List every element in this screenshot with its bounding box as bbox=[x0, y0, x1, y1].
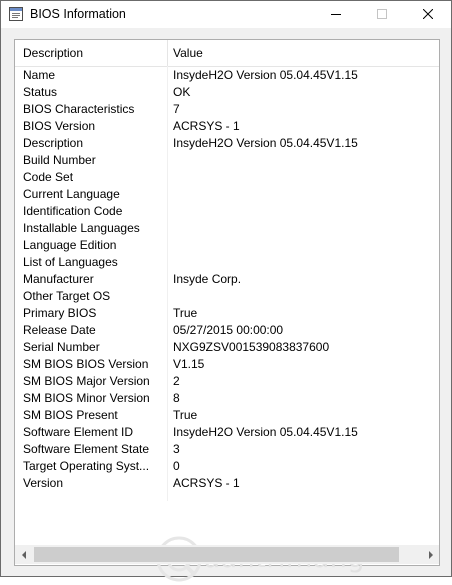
table-row[interactable]: Software Element State 3 bbox=[15, 441, 439, 458]
row-description: Code Set bbox=[23, 170, 74, 184]
horizontal-scrollbar[interactable] bbox=[15, 545, 439, 564]
table-row[interactable]: Other Target OS bbox=[15, 288, 439, 305]
list-rows: Name InsydeH2O Version 05.04.45V1.15 Statu… bbox=[15, 67, 439, 492]
row-value: Insyde Corp. bbox=[173, 272, 242, 286]
row-value: InsydeH2O Version 05.04.45V1.15 bbox=[173, 136, 358, 150]
column-header-description[interactable]: Description bbox=[15, 40, 168, 66]
row-description: BIOS Characteristics bbox=[23, 102, 135, 116]
row-value: 8 bbox=[173, 391, 180, 405]
row-description: Primary BIOS bbox=[23, 306, 97, 320]
window-icon bbox=[9, 7, 23, 21]
table-row[interactable]: Name InsydeH2O Version 05.04.45V1.15 bbox=[15, 67, 439, 84]
table-row[interactable]: List of Languages bbox=[15, 254, 439, 271]
row-value bbox=[173, 220, 433, 237]
row-description: Installable Languages bbox=[23, 221, 140, 235]
bios-list-view[interactable]: Description Value Name InsydeH2O Version … bbox=[14, 39, 440, 582]
row-value bbox=[173, 254, 433, 271]
minimize-button[interactable] bbox=[313, 1, 359, 28]
close-button[interactable] bbox=[405, 1, 451, 28]
row-description: Description bbox=[23, 136, 84, 150]
row-value bbox=[173, 152, 433, 169]
row-value: ACRSYS - 1 bbox=[173, 476, 240, 490]
table-row[interactable]: Build Number bbox=[15, 152, 439, 169]
row-description: SM BIOS Minor Version bbox=[23, 391, 150, 405]
table-row[interactable]: Software Element ID InsydeH2O Version 05.… bbox=[15, 424, 439, 441]
minimize-icon bbox=[331, 8, 341, 22]
row-value bbox=[173, 203, 433, 220]
table-row[interactable]: Manufacturer Insyde Corp. bbox=[15, 271, 439, 288]
table-row[interactable]: Code Set bbox=[15, 169, 439, 186]
row-value: ACRSYS - 1 bbox=[173, 119, 240, 133]
list-header: Description Value bbox=[15, 40, 439, 67]
row-description: SM BIOS Present bbox=[23, 408, 118, 422]
row-value: True bbox=[173, 306, 198, 320]
row-value: 2 bbox=[173, 374, 180, 388]
row-description: Release Date bbox=[23, 323, 96, 337]
row-value: OK bbox=[173, 85, 191, 99]
row-description: Version bbox=[23, 476, 64, 490]
table-row[interactable]: Serial Number NXG9ZSV001539083837600 bbox=[15, 339, 439, 356]
column-header-value[interactable]: Value bbox=[168, 40, 439, 66]
row-value bbox=[173, 169, 433, 186]
row-value: V1.15 bbox=[173, 357, 205, 371]
row-value: 05/27/2015 00:00:00 bbox=[173, 323, 284, 337]
window-title: BIOS Information bbox=[30, 7, 126, 21]
row-description: Status bbox=[23, 85, 58, 99]
row-description: Language Edition bbox=[23, 238, 117, 252]
row-description: Manufacturer bbox=[23, 272, 94, 286]
row-description: Target Operating Syst... bbox=[23, 459, 150, 473]
row-value bbox=[173, 288, 433, 305]
row-value: 3 bbox=[173, 442, 180, 456]
table-row[interactable]: BIOS Characteristics 7 bbox=[15, 101, 439, 118]
bios-info-window: BIOS Information Description Value Name … bbox=[0, 0, 452, 582]
table-row[interactable]: Release Date 05/27/2015 00:00:00 bbox=[15, 322, 439, 339]
table-row[interactable]: BIOS Version ACRSYS - 1 bbox=[15, 118, 439, 135]
scroll-left-button[interactable] bbox=[15, 545, 32, 564]
table-row[interactable]: SM BIOS BIOS Version V1.15 bbox=[15, 356, 439, 373]
row-description: Current Language bbox=[23, 187, 120, 201]
row-description: BIOS Version bbox=[23, 119, 96, 133]
row-description: Software Element State bbox=[23, 442, 150, 456]
row-value: InsydeH2O Version 05.04.45V1.15 bbox=[173, 68, 358, 82]
row-description: List of Languages bbox=[23, 255, 118, 269]
maximize-icon bbox=[377, 8, 387, 22]
arrow-left-icon bbox=[21, 548, 27, 562]
row-value bbox=[173, 237, 433, 254]
maximize-button[interactable] bbox=[359, 1, 405, 28]
row-description: Name bbox=[23, 68, 56, 82]
row-description: Serial Number bbox=[23, 340, 100, 354]
row-description: Build Number bbox=[23, 153, 96, 167]
row-description: SM BIOS BIOS Version bbox=[23, 357, 149, 371]
table-row[interactable]: Primary BIOS True bbox=[15, 305, 439, 322]
row-value bbox=[173, 186, 433, 203]
title-bar[interactable]: BIOS Information bbox=[1, 1, 451, 28]
table-row[interactable]: Status OK bbox=[15, 84, 439, 101]
table-row[interactable]: Installable Languages bbox=[15, 220, 439, 237]
row-value: 7 bbox=[173, 102, 180, 116]
table-row[interactable]: Current Language bbox=[15, 186, 439, 203]
table-row[interactable]: SM BIOS Minor Version 8 bbox=[15, 390, 439, 407]
row-value: 0 bbox=[173, 459, 180, 473]
row-value: InsydeH2O Version 05.04.45V1.15 bbox=[173, 425, 358, 439]
row-description: Other Target OS bbox=[23, 289, 111, 303]
row-value: NXG9ZSV001539083837600 bbox=[173, 340, 330, 354]
row-description: Software Element ID bbox=[23, 425, 134, 439]
table-row[interactable]: Version ACRSYS - 1 bbox=[15, 475, 439, 492]
table-row[interactable]: Language Edition bbox=[15, 237, 439, 254]
arrow-right-icon bbox=[428, 548, 434, 562]
row-description: SM BIOS Major Version bbox=[23, 374, 150, 388]
scroll-right-button[interactable] bbox=[422, 545, 439, 564]
row-description: Identification Code bbox=[23, 204, 123, 218]
row-value: True bbox=[173, 408, 198, 422]
table-row[interactable]: Target Operating Syst... 0 bbox=[15, 458, 439, 475]
table-row[interactable]: SM BIOS Present True bbox=[15, 407, 439, 424]
scroll-thumb[interactable] bbox=[34, 547, 399, 562]
table-row[interactable]: Identification Code bbox=[15, 203, 439, 220]
table-row[interactable]: SM BIOS Major Version 2 bbox=[15, 373, 439, 390]
table-row[interactable]: Description InsydeH2O Version 05.04.45V1.… bbox=[15, 135, 439, 152]
close-icon bbox=[422, 8, 434, 22]
